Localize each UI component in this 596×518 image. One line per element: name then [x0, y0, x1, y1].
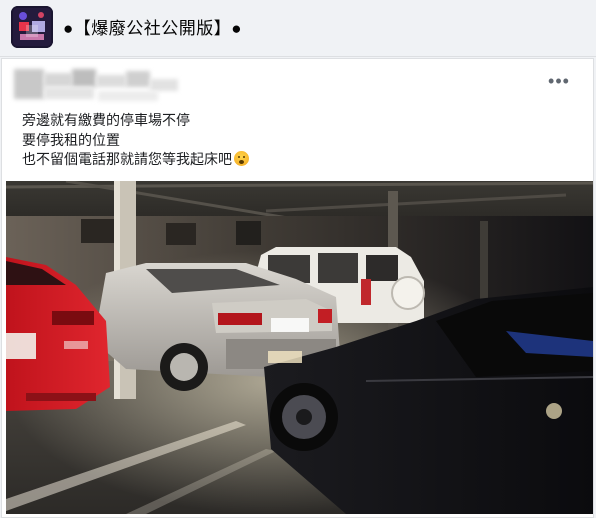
post-body-text: 旁邊就有繳費的停車場不停 要停我租的位置 也不留個電話那就請您等我起床吧 — [22, 111, 249, 170]
group-title[interactable]: ●【爆廢公社公開版】● — [63, 14, 242, 39]
post-photo[interactable] — [6, 181, 593, 514]
post-card: ••• 旁邊就有繳費的停車場不停 要停我租的位置 也不留個電話那就請您等我起床吧 — [1, 58, 594, 518]
more-options-button[interactable]: ••• — [547, 69, 571, 93]
group-header: ●【爆廢公社公開版】● — [0, 0, 596, 57]
group-avatar[interactable] — [11, 6, 53, 48]
post-text-line-1: 旁邊就有繳費的停車場不停 — [22, 112, 190, 128]
more-horizontal-icon: ••• — [548, 70, 570, 91]
yawning-face-emoji-icon — [234, 151, 249, 166]
post-text-line-3: 也不留個電話那就請您等我起床吧 — [22, 150, 249, 170]
author-name-blurred[interactable] — [14, 65, 179, 107]
parking-lot-photo — [6, 181, 593, 514]
post-text-line-3-text: 也不留個電話那就請您等我起床吧 — [22, 151, 232, 167]
group-logo-image — [11, 6, 53, 48]
post-text-line-2: 要停我租的位置 — [22, 131, 120, 148]
